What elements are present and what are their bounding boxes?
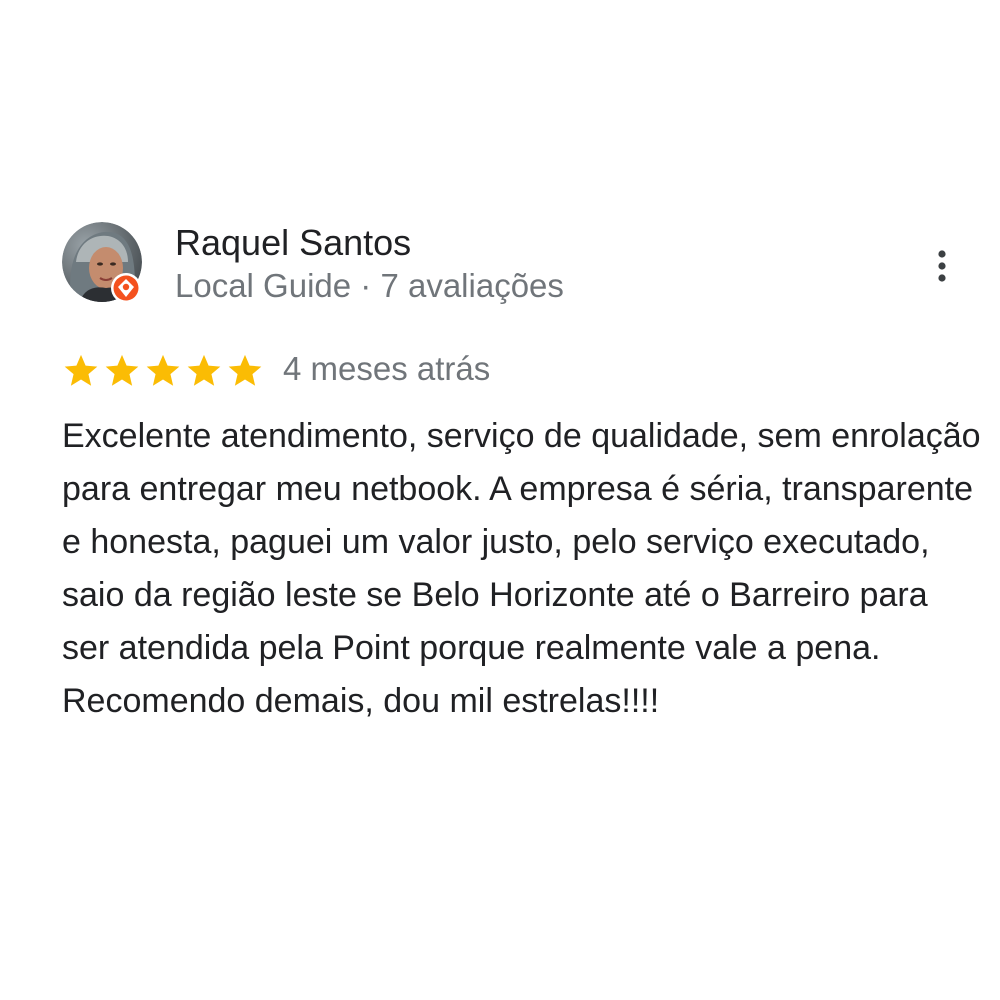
reviewer-meta: Local Guide · 7 avaliações (175, 267, 564, 304)
star-icon (187, 354, 221, 386)
reviewer-name[interactable]: Raquel Santos (175, 222, 411, 264)
review-date: 4 meses atrás (283, 350, 491, 387)
star-icon (228, 354, 262, 386)
local-guide-badge-icon (111, 273, 141, 303)
star-icon (105, 354, 139, 386)
reviewer-avatar[interactable] (62, 222, 142, 303)
review-card: Raquel Santos Local Guide · 7 avaliações… (0, 0, 1000, 1000)
more-vert-icon[interactable] (924, 244, 960, 288)
star-icon (146, 354, 180, 386)
star-rating (62, 352, 264, 392)
star-icon (64, 354, 98, 386)
review-text: Excelente atendimento, serviço de qualid… (62, 417, 981, 720)
